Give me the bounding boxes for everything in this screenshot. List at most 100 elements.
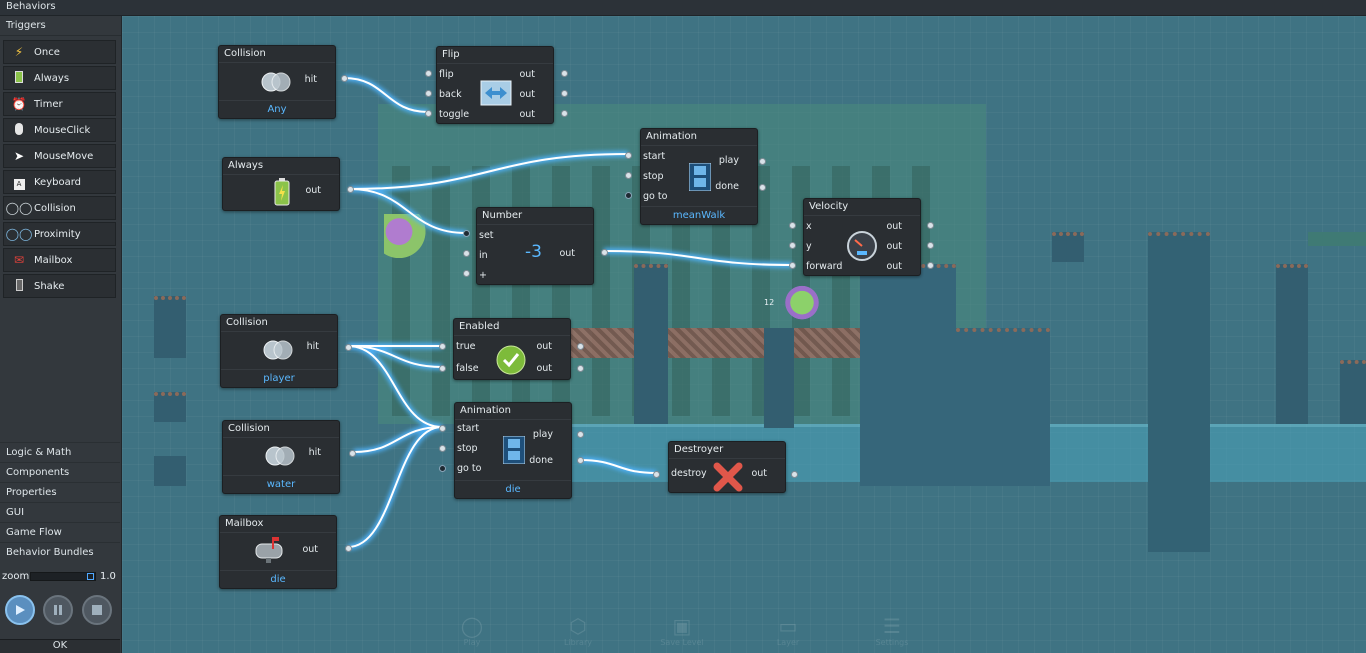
trigger-mouseclick[interactable]: MouseClick: [3, 118, 116, 142]
port-dot[interactable]: [789, 222, 796, 229]
velocity-node[interactable]: Velocity x y forward out out out: [803, 198, 921, 276]
collision-icon: ◯◯: [5, 201, 33, 215]
trigger-keyboard[interactable]: A Keyboard: [3, 170, 116, 194]
forward-port-label: forward: [806, 261, 843, 272]
zoom-slider[interactable]: [30, 572, 96, 581]
port-dot[interactable]: [625, 192, 632, 199]
triggers-header[interactable]: Triggers: [0, 16, 121, 36]
port-dot[interactable]: [789, 262, 796, 269]
port-dot[interactable]: [349, 450, 356, 457]
port-dot[interactable]: [425, 70, 432, 77]
bottom-nav-settings[interactable]: ☰ Settings: [862, 614, 922, 647]
always-node[interactable]: Always out: [222, 157, 340, 211]
port-dot[interactable]: [791, 471, 798, 478]
port-dot[interactable]: [341, 75, 348, 82]
trigger-proximity[interactable]: ◯◯ Proximity: [3, 222, 116, 246]
hit-port-label: hit: [304, 74, 317, 85]
zoom-control: zoom 1.0: [0, 568, 120, 584]
trigger-mousemove[interactable]: ➤ MouseMove: [3, 144, 116, 168]
bottom-nav-save-level[interactable]: ▣ Save Level: [652, 614, 712, 647]
port-dot[interactable]: [463, 230, 470, 237]
category-components[interactable]: Components: [0, 462, 120, 482]
port-dot[interactable]: [653, 471, 660, 478]
bottom-nav-library[interactable]: ⬡ Library: [548, 614, 608, 647]
port-dot[interactable]: [561, 90, 568, 97]
mailbox-node[interactable]: Mailbox out die: [219, 515, 337, 589]
port-dot[interactable]: [347, 186, 354, 193]
stop-button[interactable]: [82, 595, 112, 625]
set-port-label: set: [479, 230, 494, 241]
node-title: Collision: [219, 46, 335, 63]
collision-water-node[interactable]: Collision hit water: [222, 420, 340, 494]
port-dot[interactable]: [577, 343, 584, 350]
port-dot[interactable]: [425, 110, 432, 117]
trigger-shake[interactable]: Shake: [3, 274, 116, 298]
node-subtitle: meanWalk: [641, 206, 757, 224]
port-dot[interactable]: [439, 343, 446, 350]
number-value[interactable]: -3: [525, 242, 542, 262]
flip-node[interactable]: Flip flip back toggle out out out: [436, 46, 554, 124]
number-node[interactable]: Number set in + -3 out: [476, 207, 594, 285]
port-dot[interactable]: [345, 344, 352, 351]
trigger-timer[interactable]: ⏰ Timer: [3, 92, 116, 116]
port-dot[interactable]: [345, 545, 352, 552]
bottom-nav-play[interactable]: ◯ Play: [442, 614, 502, 647]
category-game-flow[interactable]: Game Flow: [0, 522, 120, 542]
port-dot[interactable]: [425, 90, 432, 97]
port-dot[interactable]: [463, 270, 470, 277]
trigger-mailbox[interactable]: ✉ Mailbox: [3, 248, 116, 272]
category-gui[interactable]: GUI: [0, 502, 120, 522]
enabled-node[interactable]: Enabled true false out out: [453, 318, 571, 380]
alarm-clock-icon: ⏰: [11, 97, 27, 111]
collision-any-node[interactable]: Collision hit Any: [218, 45, 336, 119]
pillar: [956, 328, 1050, 486]
port-dot[interactable]: [561, 70, 568, 77]
hit-port-label: hit: [306, 341, 319, 352]
out-port-label: out: [886, 261, 902, 272]
start-port-label: start: [457, 423, 480, 434]
trigger-collision[interactable]: ◯◯ Collision: [3, 196, 116, 220]
port-dot[interactable]: [759, 158, 766, 165]
pause-button[interactable]: [43, 595, 73, 625]
port-dot[interactable]: [789, 242, 796, 249]
ok-button[interactable]: OK: [0, 639, 120, 653]
port-dot[interactable]: [601, 249, 608, 256]
category-logic-math[interactable]: Logic & Math: [0, 442, 120, 462]
collision-player-node[interactable]: Collision hit player: [220, 314, 338, 388]
port-dot[interactable]: [577, 365, 584, 372]
port-dot[interactable]: [439, 445, 446, 452]
port-dot[interactable]: [439, 425, 446, 432]
port-dot[interactable]: [759, 184, 766, 191]
zoom-slider-handle[interactable]: [87, 573, 94, 580]
node-title: Collision: [223, 421, 339, 438]
bottom-nav-layer[interactable]: ▭ Layer: [758, 614, 818, 647]
port-dot[interactable]: [927, 222, 934, 229]
play-button[interactable]: [5, 595, 35, 625]
behavior-canvas[interactable]: 12 Collision hit Any Flip flip back togg…: [122, 16, 1366, 653]
animation-meanwalk-node[interactable]: Animation start stop go to play done mea…: [640, 128, 758, 225]
port-dot[interactable]: [577, 431, 584, 438]
connection-wire: [347, 424, 443, 550]
node-title: Velocity: [804, 199, 920, 216]
port-dot[interactable]: [927, 242, 934, 249]
port-dot[interactable]: [561, 110, 568, 117]
port-dot[interactable]: [625, 172, 632, 179]
port-dot[interactable]: [439, 365, 446, 372]
port-dot[interactable]: [439, 465, 446, 472]
port-dot[interactable]: [927, 262, 934, 269]
battery-icon: [274, 178, 290, 206]
port-dot[interactable]: [577, 457, 584, 464]
port-dot[interactable]: [625, 152, 632, 159]
pause-icon: [54, 605, 62, 615]
port-dot[interactable]: [463, 250, 470, 257]
category-behavior-bundles[interactable]: Behavior Bundles: [0, 542, 120, 562]
trigger-always[interactable]: Always: [3, 66, 116, 90]
play-circle-icon: ◯: [460, 614, 484, 638]
layers-icon: ▭: [778, 614, 798, 638]
node-title: Animation: [641, 129, 757, 146]
trigger-once[interactable]: ⚡ Once: [3, 40, 116, 64]
mailbox-icon: ✉: [13, 253, 25, 267]
animation-die-node[interactable]: Animation start stop go to play done die: [454, 402, 572, 499]
category-properties[interactable]: Properties: [0, 482, 120, 502]
destroyer-node[interactable]: Destroyer destroy out: [668, 441, 786, 493]
